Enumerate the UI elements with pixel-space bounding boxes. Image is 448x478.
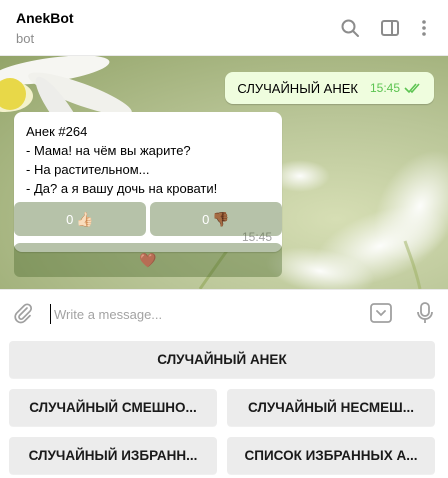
attach-paperclip-icon[interactable] [10, 300, 36, 326]
random-favorite-button[interactable]: СЛУЧАЙНЫЙ ИЗБРАНН... [9, 437, 217, 474]
microphone-icon[interactable] [412, 300, 438, 326]
message-input[interactable] [50, 304, 350, 324]
outgoing-message[interactable]: СЛУЧАЙНЫЙ АНЕК 15:45 [225, 72, 434, 104]
like-count: 0 [66, 211, 74, 227]
random-unfunny-button[interactable]: СЛУЧАЙНЫЙ НЕСМЕШ... [227, 389, 435, 426]
message-line: - Да? а я вашу дочь на кровати! [26, 181, 218, 196]
outgoing-message-text: СЛУЧАЙНЫЙ АНЕК [237, 80, 358, 96]
message-line: - На растительном... [26, 162, 150, 177]
message-composer [0, 289, 448, 335]
message-line: - Мама! на чём вы жарите? [26, 143, 191, 158]
dislike-count: 0 [202, 211, 210, 227]
brown-heart-icon: 🤎 [139, 251, 157, 268]
random-anek-button[interactable]: СЛУЧАЙНЫЙ АНЕК [9, 341, 435, 378]
reply-keyboard: СЛУЧАЙНЫЙ АНЕК СЛУЧАЙНЫЙ СМЕШНО... СЛУЧА… [0, 335, 448, 478]
random-funny-button[interactable]: СЛУЧАЙНЫЙ СМЕШНО... [9, 389, 217, 426]
thumbs-down-icon: 👎🏾 [212, 210, 230, 227]
chat-messages-area[interactable]: СЛУЧАЙНЫЙ АНЕК 15:45 Анек #264 - Мама! н… [0, 56, 448, 289]
message-line: Анек #264 [26, 124, 88, 139]
double-check-icon [404, 82, 422, 94]
outgoing-message-time: 15:45 [369, 81, 400, 95]
chat-header: AnekBot bot [0, 0, 448, 56]
chat-title[interactable]: AnekBot [16, 10, 74, 26]
like-button[interactable]: 0 👍🏻 [14, 202, 146, 236]
dislike-button[interactable]: 0 👎🏾 [150, 202, 282, 236]
bot-keyboard-toggle-icon[interactable] [368, 300, 394, 326]
search-icon[interactable] [338, 16, 362, 40]
favorite-button[interactable]: 🤎 [14, 243, 282, 277]
thumbs-up-icon: 👍🏻 [76, 210, 94, 227]
chat-subtitle: bot [16, 31, 35, 46]
more-vertical-icon[interactable] [412, 16, 436, 40]
sidebar-toggle-icon[interactable] [378, 16, 402, 40]
favorites-list-button[interactable]: СПИСОК ИЗБРАННЫХ А... [227, 437, 435, 474]
